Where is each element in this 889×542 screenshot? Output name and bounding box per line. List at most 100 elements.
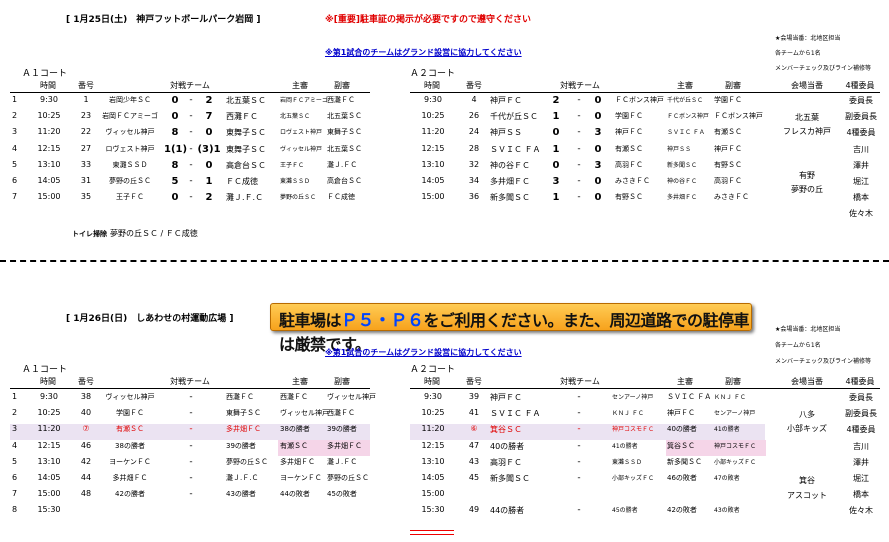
committee-member: 委員長 [849, 393, 873, 402]
match-time: 11:20 [421, 424, 445, 434]
row-index: 2 [12, 408, 18, 418]
assistant-referee: センアーノ神戸 [714, 410, 756, 418]
header-time: 時間 [424, 81, 440, 90]
away-team: 高羽ＦＣ [615, 160, 643, 169]
score-dash: - [189, 392, 193, 402]
away-team: 北五葉ＳＣ [226, 96, 266, 105]
away-score: 1 [205, 176, 213, 187]
score-dash: - [189, 95, 193, 105]
home-team: 新多聞ＳＣ [490, 474, 530, 483]
day2-perteam: 各チームから1名 [775, 342, 821, 349]
home-team: 夢野の丘ＳＣ [109, 177, 151, 185]
match-time: 14:05 [37, 473, 61, 482]
home-team: 新多聞ＳＣ [490, 193, 530, 203]
committee-member: 副委員長 [845, 112, 877, 122]
away-score: 0 [205, 159, 213, 171]
header-match: 対戦チーム [560, 81, 600, 90]
match-number: 34 [468, 176, 480, 185]
away-team: 41の勝者 [612, 442, 638, 450]
home-score: 0 [171, 95, 179, 106]
day1-notice: ※[重要]駐車証の掲示が必要ですので遵守ください [325, 15, 531, 25]
match-number: 41 [468, 408, 480, 418]
home-score: 8 [171, 159, 179, 171]
referee: 東灘ＳＳＤ [280, 178, 311, 185]
referee: 王子ＦＣ [280, 161, 305, 169]
header-ref: 主審 [292, 377, 308, 386]
header-match: 対戦チーム [170, 377, 210, 386]
match-time: 14:05 [37, 176, 61, 185]
banner-highlight: Ｐ５・Ｐ６ [341, 311, 424, 331]
referee: 千代が丘ＳＣ [667, 97, 704, 104]
referee: ヨーケンＦＣ [280, 474, 322, 482]
assistant-referee: 39の勝者 [327, 425, 357, 434]
match-number: 47 [468, 440, 480, 450]
home-team: 38の勝者 [115, 441, 145, 450]
header-four: 4種委員 [845, 377, 875, 386]
away-team: ＫＮＪ ＦＣ [612, 410, 644, 418]
assistant-referee: ヴィッセル神戸 [327, 393, 376, 401]
day1-perteam: 各チームから1名 [775, 50, 821, 57]
away-score: 7 [205, 111, 213, 123]
match-time: 13:10 [37, 456, 61, 466]
away-team: 西灘ＦＣ [226, 393, 254, 401]
day1-firstmatch-note: ※第1試合のチームはグランド設営に協力してください [325, 48, 522, 57]
referee: 夢野の丘ＳＣ [280, 194, 317, 202]
away-team: 45の勝者 [612, 507, 638, 515]
match-number: 4 [471, 95, 477, 104]
referee: 44の敗者 [280, 490, 310, 499]
committee-member: 堀江 [853, 177, 869, 186]
day1-court-b: Ａ２コート [410, 69, 456, 79]
header-ref: 主審 [677, 81, 693, 90]
score-dash: - [577, 473, 581, 483]
row-index: 4 [12, 440, 18, 450]
match-time: 13:10 [421, 456, 445, 466]
header-time: 時間 [40, 81, 56, 90]
match-number: 22 [80, 127, 92, 137]
match-time: 15:30 [37, 505, 61, 515]
referee: 岩岡ＦＣアミーゴ [280, 97, 328, 104]
referee: 新多聞ＳＣ [667, 161, 698, 169]
home-team: 神戸ＳＳ [490, 128, 522, 138]
day-divider [0, 260, 889, 262]
home-team: ヴィッセル神戸 [105, 128, 155, 137]
row-index: 5 [12, 456, 18, 466]
referee: 神戸ＦＣ [667, 409, 695, 418]
home-team: 箕谷ＳＣ [490, 425, 522, 435]
committee-member: 澤井 [853, 160, 869, 170]
assistant-referee: 多井畑ＦＣ [327, 441, 362, 450]
home-score: 0 [552, 127, 560, 139]
match-number: 27 [80, 143, 92, 153]
row-index: 2 [12, 111, 18, 121]
away-score: 2 [205, 192, 213, 204]
committee-member: 吉川 [853, 144, 869, 154]
assistant-referee: みさきＦＣ [714, 193, 749, 202]
home-team: 42の勝者 [115, 490, 145, 499]
match-time: 11:20 [421, 127, 445, 137]
duty-team: 八多 [799, 410, 815, 419]
home-team: ヨーケンＦＣ [109, 457, 151, 466]
score-dash: - [577, 440, 581, 451]
score-dash: - [189, 127, 193, 138]
banner-text-a: 駐車場は [279, 311, 342, 330]
assistant-referee: ＦＣボンス神戸 [714, 112, 763, 121]
score-dash: - [577, 424, 581, 435]
home-team: 東灘ＳＳＤ [112, 160, 148, 169]
match-number: 24 [468, 127, 480, 137]
assistant-referee: 41の勝者 [714, 426, 740, 434]
home-score: 1(1) [164, 143, 188, 155]
day2-title: [ 1月26日(日) しあわせの村運動広場 ] [66, 314, 234, 324]
referee: 40の勝者 [667, 425, 697, 434]
away-team: 有瀬ＳＣ [615, 144, 643, 153]
day1-meeting: ★会場当番：北地区担当 [775, 35, 841, 42]
score-dash: - [189, 176, 193, 186]
committee-member: 4種委員 [846, 128, 876, 138]
header-sub: 副審 [725, 377, 741, 386]
assistant-referee: 北五葉ＳＣ [327, 144, 362, 153]
match-time: 15:00 [37, 192, 61, 202]
day2-court-b: Ａ２コート [410, 365, 456, 375]
header-match: 対戦チーム [170, 81, 210, 90]
away-team: ＦＣ成徳 [226, 177, 258, 186]
score-dash: - [577, 456, 581, 467]
away-team: 東舞子ＳＣ [226, 128, 266, 138]
match-number: 35 [80, 192, 92, 202]
